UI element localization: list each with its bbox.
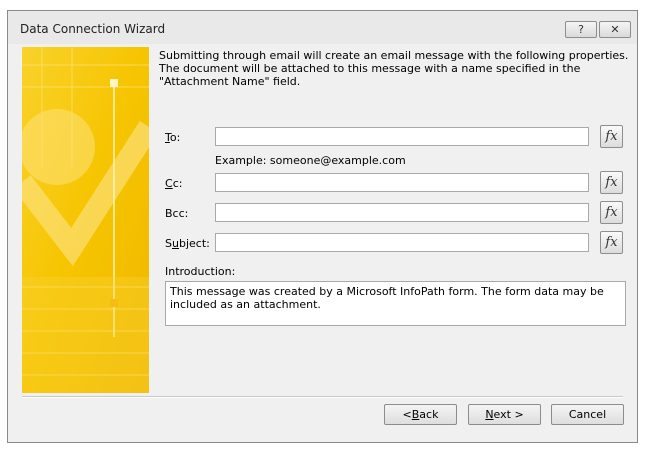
back-rest: ack [419,408,439,421]
cc-field[interactable] [215,173,589,192]
introduction-label: Introduction: [165,265,236,278]
close-icon: ✕ [610,23,620,36]
introduction-field[interactable]: This message was created by a Microsoft … [165,281,626,326]
subject-formula-button[interactable]: fx [600,231,623,254]
next-button[interactable]: Next > [468,404,541,425]
close-button[interactable]: ✕ [599,21,631,38]
back-prefix: < [402,408,412,421]
next-rest: ext > [493,408,524,421]
bcc-formula-button[interactable]: fx [600,201,623,224]
cancel-button[interactable]: Cancel [551,404,624,425]
wizard-window: Data Connection Wizard ? ✕ Submitting th… [7,10,638,443]
back-key: B [411,408,420,421]
footer-divider [22,396,623,398]
function-icon: fx [605,205,618,220]
title-bar: Data Connection Wizard ? ✕ [8,11,637,44]
cc-formula-button[interactable]: fx [600,171,623,194]
to-field[interactable] [215,127,589,146]
help-button[interactable]: ? [565,21,597,38]
window-title: Data Connection Wizard [20,22,166,36]
cc-label: Cc: [165,177,183,190]
to-label: To: [165,131,181,144]
help-icon: ? [578,23,584,36]
wizard-side-graphic [22,47,149,393]
function-icon: fx [605,235,618,250]
function-icon: fx [605,175,618,190]
bcc-label: Bcc: [165,207,189,220]
bcc-field[interactable] [215,203,589,222]
to-example-hint: Example: someone@example.com [215,154,406,167]
function-icon: fx [605,129,618,144]
subject-label: Subject: [165,237,210,250]
subject-field[interactable] [215,233,589,252]
description-text: Submitting through email will create an … [159,49,629,88]
next-key: N [485,408,494,421]
back-button[interactable]: < Back [384,404,457,425]
to-formula-button[interactable]: fx [600,125,623,148]
